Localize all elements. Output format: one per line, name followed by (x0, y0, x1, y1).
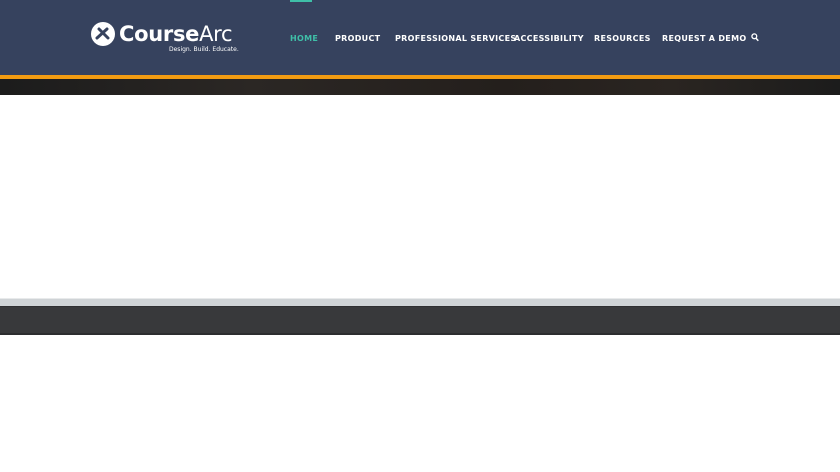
site-header: CourseArc Design. Build. Educate. HOME P… (0, 0, 840, 75)
nav-request-demo[interactable]: REQUEST A DEMO (662, 34, 746, 43)
search-icon[interactable] (751, 33, 759, 45)
logo-text: CourseArc (119, 22, 233, 46)
nav-professional-services[interactable]: PROFESSIONAL SERVICES (395, 34, 516, 43)
footer-top-band (0, 298, 840, 306)
nav-home[interactable]: HOME (290, 34, 318, 43)
site-footer (0, 306, 840, 335)
logo-link[interactable]: CourseArc (91, 22, 233, 46)
nav-accessibility[interactable]: ACCESSIBILITY (514, 34, 584, 43)
hero-banner (0, 79, 840, 95)
nav-resources[interactable]: RESOURCES (594, 34, 651, 43)
active-nav-indicator (290, 0, 312, 2)
logo-tagline: Design. Build. Educate. (169, 46, 239, 53)
logo-tools-icon (91, 22, 115, 46)
nav-product[interactable]: PRODUCT (335, 34, 380, 43)
